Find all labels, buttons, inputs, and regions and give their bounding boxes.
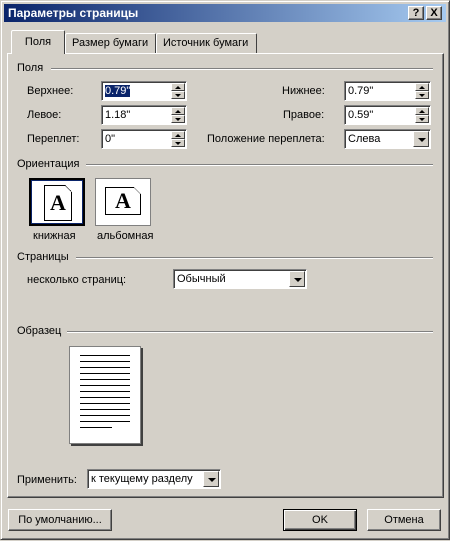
spin-up-icon[interactable]	[171, 83, 185, 91]
spin-up-icon[interactable]	[171, 107, 185, 115]
bottom-margin-spinner[interactable]: 0.79"	[344, 81, 431, 101]
portrait-page-icon: A	[44, 185, 72, 221]
right-margin-value: 0.59"	[348, 109, 374, 121]
left-margin-spinner[interactable]: 1.18"	[101, 105, 187, 125]
left-margin-value: 1.18"	[105, 109, 131, 121]
orientation-divider	[86, 164, 433, 166]
default-button-label: По умолчанию...	[18, 514, 102, 526]
top-margin-value: 0.79"	[105, 85, 131, 97]
cancel-button-label: Отмена	[384, 514, 424, 526]
spin-up-icon[interactable]	[415, 107, 429, 115]
bottom-margin-label: Нижнее:	[282, 85, 325, 97]
portrait-label: книжная	[33, 230, 76, 242]
ok-button-label: OK	[312, 514, 328, 526]
gutter-position-label: Положение переплета:	[207, 133, 325, 145]
pages-divider	[76, 257, 433, 259]
chevron-down-icon[interactable]	[203, 471, 219, 487]
chevron-down-icon[interactable]	[413, 131, 429, 147]
spin-down-icon[interactable]	[415, 115, 429, 123]
spin-up-icon[interactable]	[415, 83, 429, 91]
margins-group-label: Поля	[17, 62, 44, 74]
multiple-pages-select[interactable]: Обычный	[173, 269, 307, 289]
right-margin-label: Правое:	[283, 109, 325, 121]
default-button[interactable]: По умолчанию...	[8, 509, 112, 531]
apply-to-value: к текущему разделу	[91, 473, 193, 485]
spin-up-icon[interactable]	[171, 131, 185, 139]
spin-down-icon[interactable]	[415, 91, 429, 99]
page-setup-dialog: Параметры страницы ? X Поля Размер бумаг…	[0, 0, 450, 540]
gutter-spinner[interactable]: 0"	[101, 129, 187, 149]
chevron-down-icon[interactable]	[289, 271, 305, 287]
multiple-pages-value: Обычный	[177, 273, 226, 285]
gutter-position-value: Слева	[348, 133, 381, 145]
right-margin-spinner[interactable]: 0.59"	[344, 105, 431, 125]
top-margin-spinner[interactable]: 0.79"	[101, 81, 187, 101]
bottom-margin-value: 0.79"	[348, 85, 374, 97]
apply-to-select[interactable]: к текущему разделу	[87, 469, 221, 489]
preview-divider	[67, 331, 433, 333]
cancel-button[interactable]: Отмена	[367, 509, 441, 531]
preview-group-label: Образец	[17, 325, 62, 337]
gutter-label: Переплет:	[27, 133, 80, 145]
ok-button[interactable]: OK	[283, 509, 357, 531]
top-margin-label: Верхнее:	[27, 85, 74, 97]
margins-divider	[51, 68, 433, 70]
landscape-orientation-button[interactable]: A	[95, 178, 151, 226]
orientation-group-label: Ориентация	[17, 158, 80, 170]
spin-down-icon[interactable]	[171, 115, 185, 123]
pages-group-label: Страницы	[17, 251, 69, 263]
left-margin-label: Левое:	[27, 109, 62, 121]
portrait-orientation-button[interactable]: A	[29, 178, 85, 226]
landscape-page-icon: A	[105, 187, 141, 215]
spin-down-icon[interactable]	[171, 91, 185, 99]
gutter-position-select[interactable]: Слева	[344, 129, 431, 149]
multiple-pages-label: несколько страниц:	[27, 274, 127, 286]
preview-page	[69, 346, 141, 444]
gutter-value: 0"	[105, 133, 116, 145]
apply-to-label: Применить:	[17, 474, 77, 486]
landscape-label: альбомная	[97, 230, 154, 242]
spin-down-icon[interactable]	[171, 139, 185, 147]
